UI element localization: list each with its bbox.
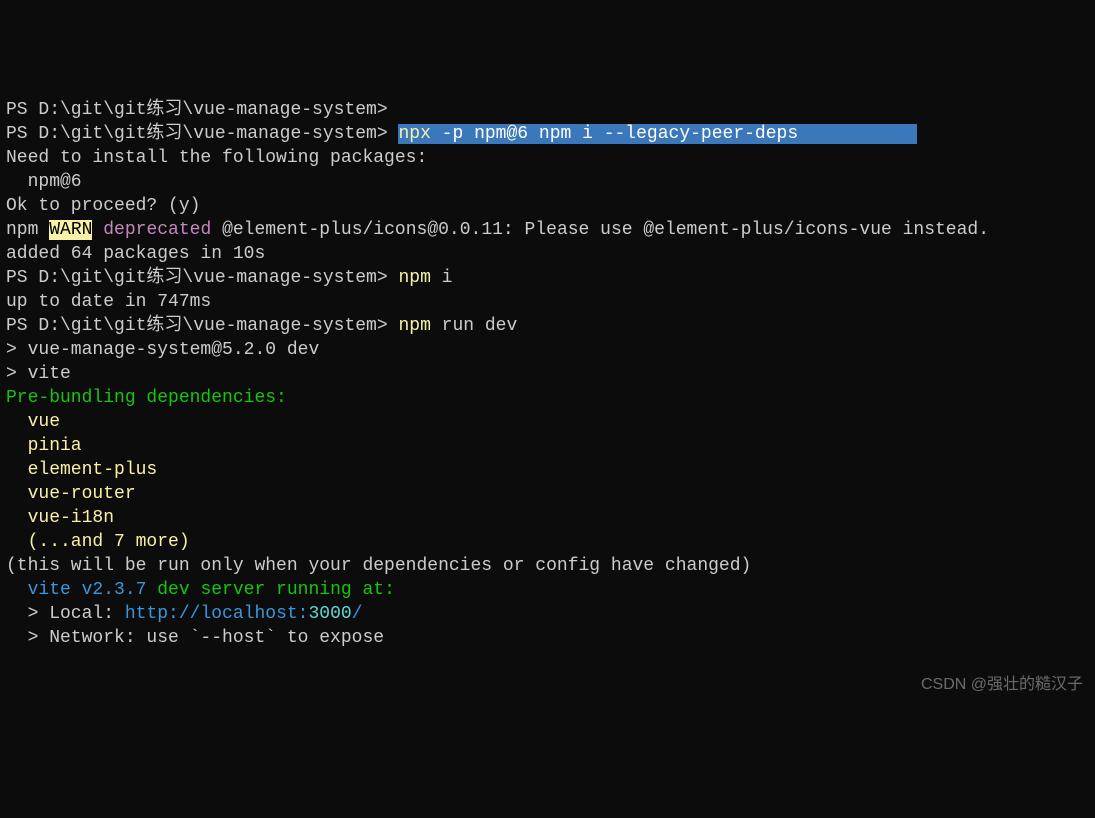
- output-line: Ok to proceed? (y): [6, 194, 1089, 218]
- terminal-output[interactable]: PS D:\git\git练习\vue-manage-system>PS D:\…: [6, 98, 1089, 650]
- prompt-line: PS D:\git\git练习\vue-manage-system>: [6, 98, 1089, 122]
- local-url-line: > Local: http://localhost:3000/: [6, 602, 1089, 626]
- vite-line: vite v2.3.7 dev server running at:: [6, 578, 1089, 602]
- output-line: > vite: [6, 362, 1089, 386]
- dep-line: vue-router: [6, 482, 1089, 506]
- output-line: npm@6: [6, 170, 1089, 194]
- watermark: CSDN @强壮的糙汉子: [921, 673, 1083, 697]
- warn-line: npm WARN deprecated @element-plus/icons@…: [6, 218, 1089, 242]
- prompt-line: PS D:\git\git练习\vue-manage-system> npm i: [6, 266, 1089, 290]
- output-line: (this will be run only when your depende…: [6, 554, 1089, 578]
- dep-line: (...and 7 more): [6, 530, 1089, 554]
- dep-line: vue: [6, 410, 1089, 434]
- prebundle-header: Pre-bundling dependencies:: [6, 386, 1089, 410]
- output-line: > vue-manage-system@5.2.0 dev: [6, 338, 1089, 362]
- prompt-line: PS D:\git\git练习\vue-manage-system> npm r…: [6, 314, 1089, 338]
- dep-line: element-plus: [6, 458, 1089, 482]
- network-line: > Network: use `--host` to expose: [6, 626, 1089, 650]
- output-line: added 64 packages in 10s: [6, 242, 1089, 266]
- dep-line: pinia: [6, 434, 1089, 458]
- dep-line: vue-i18n: [6, 506, 1089, 530]
- prompt-line-highlighted: PS D:\git\git练习\vue-manage-system> npx -…: [6, 122, 1089, 146]
- output-line: up to date in 747ms: [6, 290, 1089, 314]
- output-line: Need to install the following packages:: [6, 146, 1089, 170]
